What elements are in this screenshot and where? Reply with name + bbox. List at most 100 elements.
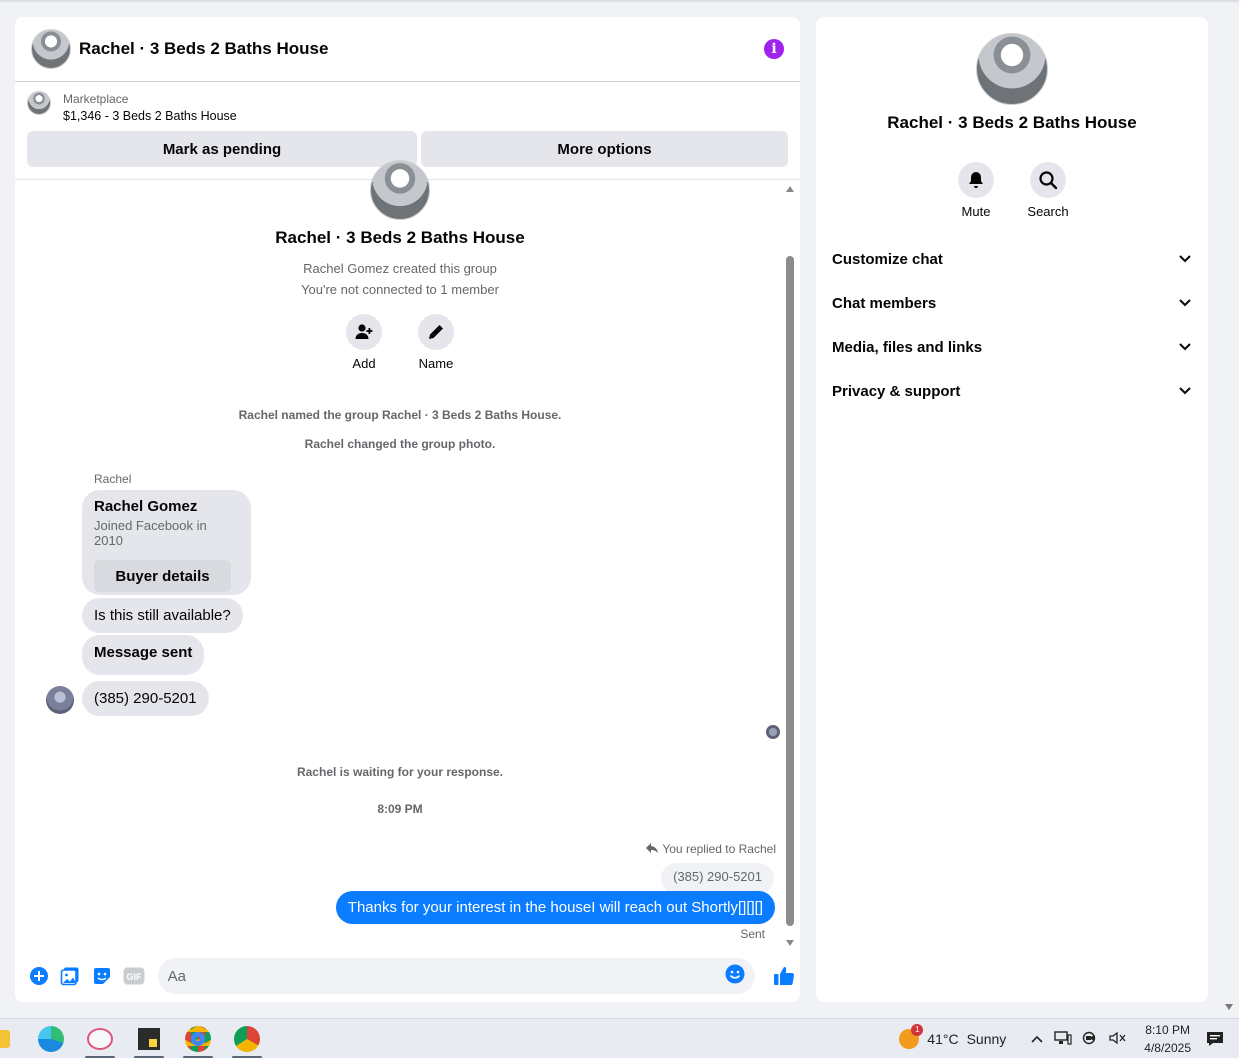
taskbar-sticky-notes[interactable] bbox=[128, 1019, 170, 1058]
group-created-text: Rachel Gomez created this group bbox=[303, 261, 497, 276]
system-tray: 1 41°C Sunny 8:10 PM 4/8/2025 bbox=[899, 1019, 1239, 1058]
clock-date: 4/8/2025 bbox=[1144, 1041, 1191, 1055]
reply-label: You replied to Rachel bbox=[646, 842, 776, 856]
info-icon[interactable]: i bbox=[764, 39, 784, 59]
chrome-icon bbox=[185, 1025, 211, 1052]
listing-thumbnail bbox=[27, 91, 51, 115]
section-label: Customize chat bbox=[832, 250, 943, 268]
section-customize-chat[interactable]: Customize chat bbox=[832, 247, 1192, 271]
message-bubble[interactable]: (385) 290-5201 bbox=[82, 681, 209, 716]
marketplace-listing[interactable]: Marketplace $1,346 - 3 Beds 2 Baths Hous… bbox=[15, 82, 800, 125]
volume-muted-icon[interactable] bbox=[1108, 1030, 1126, 1049]
add-member-button[interactable]: Add bbox=[346, 314, 382, 371]
message-bubble[interactable]: Is this still available? bbox=[82, 598, 243, 633]
system-message-photo: Rachel changed the group photo. bbox=[304, 437, 496, 451]
section-label: Media, files and links bbox=[832, 338, 983, 356]
message-list[interactable]: Rachel · 3 Beds 2 Baths House Rachel Gom… bbox=[15, 160, 800, 949]
outgoing-message-bubble[interactable]: Thanks for your interest in the houseI w… bbox=[335, 891, 775, 924]
section-privacy-support[interactable]: Privacy & support bbox=[832, 379, 1192, 403]
thumbs-up-icon[interactable] bbox=[773, 965, 795, 987]
reply-arrow-icon bbox=[646, 842, 659, 856]
message-input-container bbox=[157, 958, 755, 994]
network-icon[interactable] bbox=[1054, 1030, 1072, 1049]
chevron-up-icon[interactable] bbox=[1030, 1031, 1044, 1047]
chevron-down-icon bbox=[1178, 251, 1192, 268]
info-title: Rachel · 3 Beds 2 Baths House bbox=[887, 113, 1137, 132]
sent-status: Sent bbox=[740, 927, 765, 941]
window-top-border bbox=[0, 0, 1239, 2]
pencil-icon bbox=[418, 314, 454, 350]
search-icon bbox=[1030, 162, 1066, 198]
taskbar-clock[interactable]: 8:10 PM 4/8/2025 bbox=[1144, 1021, 1191, 1057]
sender-label: Rachel bbox=[94, 472, 132, 486]
mute-button[interactable]: Mute bbox=[958, 162, 994, 219]
taskbar-paint[interactable] bbox=[79, 1019, 121, 1058]
buyer-name: Rachel Gomez bbox=[94, 498, 198, 515]
quoted-message[interactable]: (385) 290-5201 bbox=[661, 863, 774, 894]
scroll-down-arrow-icon[interactable] bbox=[786, 940, 794, 946]
mark-as-pending-button[interactable]: Mark as pending bbox=[27, 131, 417, 167]
message-input[interactable] bbox=[167, 967, 725, 985]
message-scrollbar[interactable] bbox=[785, 186, 795, 946]
group-avatar[interactable] bbox=[31, 29, 71, 69]
add-label: Add bbox=[352, 356, 376, 371]
paint-icon bbox=[87, 1027, 113, 1050]
search-label: Search bbox=[1027, 204, 1069, 219]
bell-icon bbox=[958, 162, 994, 198]
connection-text: You're not connected to 1 member bbox=[301, 282, 499, 297]
search-button[interactable]: Search bbox=[1027, 162, 1069, 219]
meet-now-icon[interactable] bbox=[1082, 1030, 1098, 1049]
more-options-button[interactable]: More options bbox=[421, 131, 788, 167]
chevron-down-icon bbox=[1178, 295, 1192, 312]
group-intro: Rachel · 3 Beds 2 Baths House Rachel Gom… bbox=[15, 160, 785, 371]
taskbar: 1 41°C Sunny 8:10 PM 4/8/2025 bbox=[0, 1018, 1239, 1058]
clock-time: 8:10 PM bbox=[1145, 1023, 1190, 1037]
folder-icon bbox=[0, 1029, 10, 1048]
chat-title[interactable]: Rachel · 3 Beds 2 Baths House bbox=[79, 39, 764, 59]
buyer-details-button[interactable]: Buyer details bbox=[94, 560, 231, 592]
section-media-files-links[interactable]: Media, files and links bbox=[832, 335, 1192, 359]
marketplace-label: Marketplace bbox=[63, 92, 129, 106]
sticker-icon[interactable] bbox=[91, 965, 113, 987]
page-scroll-down-arrow-icon[interactable] bbox=[1225, 1004, 1233, 1010]
weather-badge: 1 bbox=[911, 1024, 924, 1036]
waiting-message: Rachel is waiting for your response. bbox=[296, 765, 504, 779]
edge-browser-icon bbox=[38, 1025, 64, 1052]
info-group-avatar[interactable] bbox=[976, 33, 1048, 105]
scroll-thumb[interactable] bbox=[786, 256, 794, 926]
weather-widget[interactable]: 1 41°C Sunny bbox=[899, 1024, 1007, 1049]
chevron-down-icon bbox=[1178, 383, 1192, 400]
name-label: Name bbox=[418, 356, 454, 371]
message-composer: GIF bbox=[15, 952, 800, 1000]
taskbar-chrome-profile-2[interactable] bbox=[226, 1019, 268, 1058]
section-label: Chat members bbox=[832, 294, 937, 312]
scroll-up-arrow-icon[interactable] bbox=[786, 186, 794, 192]
chat-panel: Rachel · 3 Beds 2 Baths House i Marketpl… bbox=[15, 17, 800, 1002]
read-receipt-avatar bbox=[766, 725, 780, 739]
emoji-icon[interactable] bbox=[725, 964, 745, 989]
weather-desc: Sunny bbox=[966, 1031, 1007, 1047]
mute-label: Mute bbox=[961, 204, 991, 219]
taskbar-file-explorer[interactable] bbox=[0, 1019, 16, 1058]
conversation-info-panel: Rachel · 3 Beds 2 Baths House Mute Searc… bbox=[816, 17, 1208, 1002]
message-bubble[interactable]: Message sent bbox=[82, 635, 205, 675]
buyer-card: Rachel Gomez Joined Facebook in 2010 Buy… bbox=[82, 490, 251, 595]
chevron-down-icon bbox=[1178, 339, 1192, 356]
add-person-icon bbox=[346, 314, 382, 350]
name-group-button[interactable]: Name bbox=[418, 314, 454, 371]
photo-gallery-icon[interactable] bbox=[60, 965, 82, 987]
plus-circle-icon[interactable] bbox=[28, 965, 50, 987]
taskbar-chrome-profile-1[interactable] bbox=[177, 1019, 219, 1058]
taskbar-edge[interactable] bbox=[30, 1019, 72, 1058]
chrome-icon bbox=[234, 1025, 260, 1052]
section-chat-members[interactable]: Chat members bbox=[832, 291, 1192, 315]
sticky-notes-icon bbox=[138, 1027, 160, 1050]
sun-icon: 1 bbox=[899, 1024, 924, 1049]
intro-group-avatar bbox=[370, 160, 430, 220]
sender-avatar[interactable] bbox=[46, 686, 74, 714]
svg-text:GIF: GIF bbox=[126, 972, 142, 982]
gif-icon[interactable]: GIF bbox=[123, 965, 145, 987]
section-label: Privacy & support bbox=[832, 382, 961, 400]
notification-icon[interactable] bbox=[1205, 1029, 1225, 1049]
listing-title: $1,346 - 3 Beds 2 Baths House bbox=[63, 109, 237, 123]
